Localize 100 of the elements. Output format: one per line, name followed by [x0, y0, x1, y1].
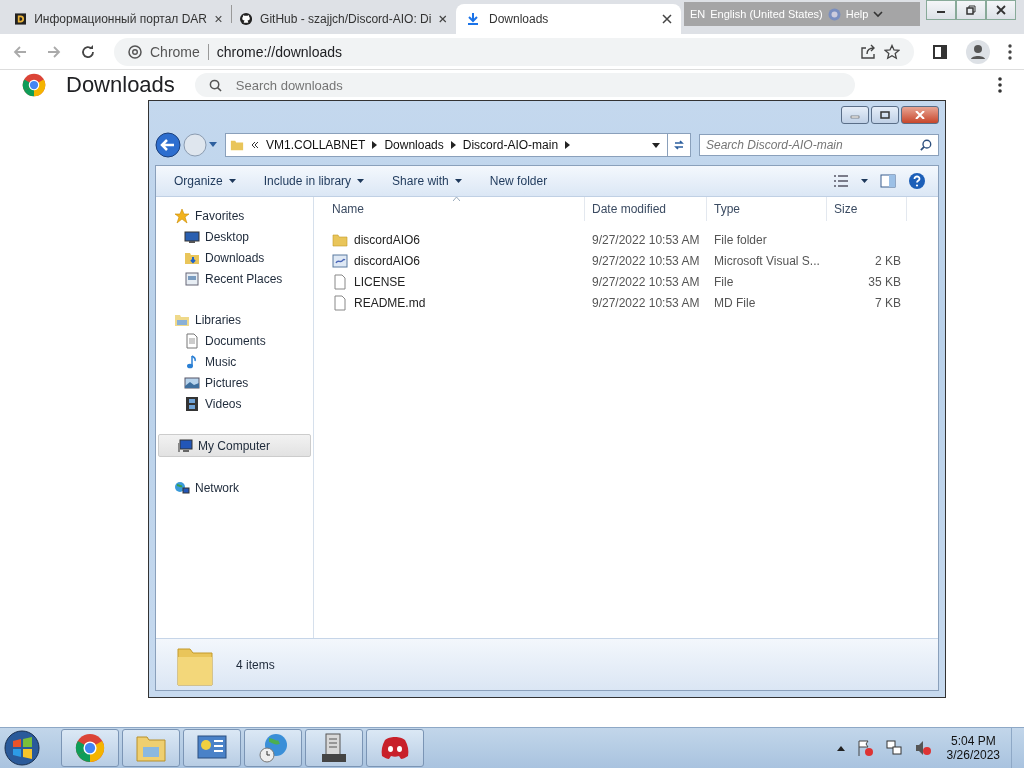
double-chevron-icon: [251, 141, 259, 149]
search-field[interactable]: Search downloads: [194, 73, 855, 97]
reload-icon[interactable]: [80, 43, 96, 60]
computer-icon: [177, 437, 193, 454]
taskbar-button[interactable]: [61, 729, 119, 767]
close-icon[interactable]: [662, 14, 672, 24]
toolbar-button[interactable]: Include in library: [263, 174, 365, 188]
taskbar-button[interactable]: [305, 729, 363, 767]
blank-file-icon: [332, 294, 348, 311]
blank-file-icon: [332, 273, 348, 290]
search-field[interactable]: Search Discord-AIO-main: [699, 134, 939, 156]
date-cell-text: 9/27/2022 10:53 AM: [591, 253, 701, 268]
nav-item[interactable]: Music: [156, 351, 313, 372]
page-title: Downloads: [66, 72, 175, 98]
dropdown-arrow-icon: [228, 179, 236, 183]
clock[interactable]: 5:04 PM 3/26/2023: [946, 734, 1000, 762]
dropdown-arrow-icon[interactable]: [861, 179, 868, 183]
back-icon[interactable]: [155, 132, 181, 158]
close-icon[interactable]: [439, 14, 447, 24]
chevron-icon[interactable]: [873, 10, 884, 18]
nav-item[interactable]: Libraries: [156, 309, 313, 330]
taskbar-button[interactable]: [366, 729, 424, 767]
search-icon: [920, 139, 932, 151]
monitor-icon: [184, 228, 200, 245]
nav-item[interactable]: Network: [156, 477, 313, 498]
column-header[interactable]: Date modified: [585, 197, 707, 221]
search-icon: [208, 78, 222, 92]
date-cell-text: 9/27/2022 10:53 AM: [591, 232, 701, 247]
network-icon[interactable]: [884, 739, 903, 757]
restore-icon[interactable]: [966, 5, 976, 15]
type-cell-text: MD File: [713, 295, 757, 310]
dropdown-arrow-icon: [454, 179, 462, 183]
share-icon[interactable]: [860, 43, 876, 60]
file-name[interactable]: README.md: [354, 295, 426, 310]
chrome-icon: [75, 733, 105, 763]
taskbar-button[interactable]: [183, 729, 241, 767]
browser-tab[interactable]: Downloads: [456, 4, 681, 34]
nav-item[interactable]: Favorites: [156, 205, 313, 226]
sort-caret-icon: [453, 197, 460, 201]
start-button[interactable]: [2, 728, 42, 768]
file-name[interactable]: discordAIO6: [354, 232, 421, 247]
chrome-logo-icon: [22, 73, 46, 97]
browser-tab[interactable]: Информационный портал DAR: [6, 4, 231, 34]
type-cell-text: File folder: [713, 232, 768, 247]
close-icon[interactable]: [996, 5, 1006, 15]
folder-icon: [332, 231, 348, 248]
clock-date: 3/26/2023: [946, 748, 1000, 762]
address-field[interactable]: VM1.COLLABNET Downloads Discord-AIO-main: [225, 133, 691, 157]
file-name[interactable]: discordAIO6: [354, 253, 421, 268]
browser-tab[interactable]: GitHub - szajjch/Discord-AIO: Di: [231, 4, 456, 34]
nav-item[interactable]: My Computer: [158, 434, 311, 457]
pictures-icon: [184, 374, 200, 391]
star-icon[interactable]: [884, 43, 900, 60]
size-cell: 7 KB: [875, 295, 901, 310]
column-header[interactable]: Type: [707, 197, 827, 221]
toolbar-button[interactable]: Organize: [174, 174, 236, 188]
refresh-icon[interactable]: [672, 138, 686, 152]
nav-item[interactable]: Videos: [156, 393, 313, 414]
discord-icon: [379, 734, 411, 762]
breadcrumb-item[interactable]: Downloads: [384, 138, 444, 152]
download-icon: [465, 11, 481, 27]
chrome-icon: [128, 44, 142, 59]
type-cell-text: File: [713, 274, 735, 289]
breadcrumb-item[interactable]: VM1.COLLABNET: [266, 138, 366, 152]
flag-icon[interactable]: [855, 739, 874, 757]
more-icon[interactable]: [998, 77, 1002, 93]
profile-icon[interactable]: [966, 39, 990, 64]
column-header[interactable]: Size: [827, 197, 907, 221]
nav-item[interactable]: Downloads: [156, 247, 313, 268]
site-label: Chrome: [150, 43, 200, 60]
menu-icon[interactable]: [1008, 43, 1012, 60]
column-header[interactable]: Name: [314, 197, 585, 221]
folder-icon: [230, 138, 244, 152]
date-cell-text: 9/27/2022 10:53 AM: [591, 274, 701, 289]
tray-arrow-icon[interactable]: [836, 745, 845, 751]
view-list-icon[interactable]: [833, 175, 849, 187]
address-bar[interactable]: Chrome chrome://downloads: [114, 37, 914, 66]
nav-item[interactable]: Recent Places: [156, 268, 313, 289]
maximize-icon[interactable]: [880, 111, 890, 119]
size-cell: 35 KB: [868, 274, 901, 289]
nav-item[interactable]: Documents: [156, 330, 313, 351]
breadcrumb-item[interactable]: Discord-AIO-main: [462, 138, 559, 152]
speaker-muted-icon[interactable]: [913, 739, 932, 757]
nav-item[interactable]: Pictures: [156, 372, 313, 393]
side-panel-icon[interactable]: [932, 43, 948, 60]
item-count: 4 items: [236, 657, 275, 672]
close-icon[interactable]: [215, 14, 222, 24]
nav-item[interactable]: Desktop: [156, 226, 313, 247]
chevron-right-icon[interactable]: [565, 141, 571, 149]
help-icon[interactable]: [908, 172, 926, 190]
toolbar-button[interactable]: New folder: [489, 174, 548, 188]
dropdown-arrow-icon: [357, 179, 365, 183]
url-text: chrome://downloads: [216, 43, 343, 60]
clock-time: 5:04 PM: [950, 734, 996, 748]
chevron-right-icon[interactable]: [372, 141, 378, 149]
search-input[interactable]: Search downloads: [235, 77, 841, 93]
file-name[interactable]: LICENSE: [354, 274, 406, 289]
toolbar-button[interactable]: Share with: [392, 174, 462, 188]
dropdown-arrow-icon[interactable]: [652, 142, 660, 148]
chevron-right-icon[interactable]: [450, 141, 456, 149]
